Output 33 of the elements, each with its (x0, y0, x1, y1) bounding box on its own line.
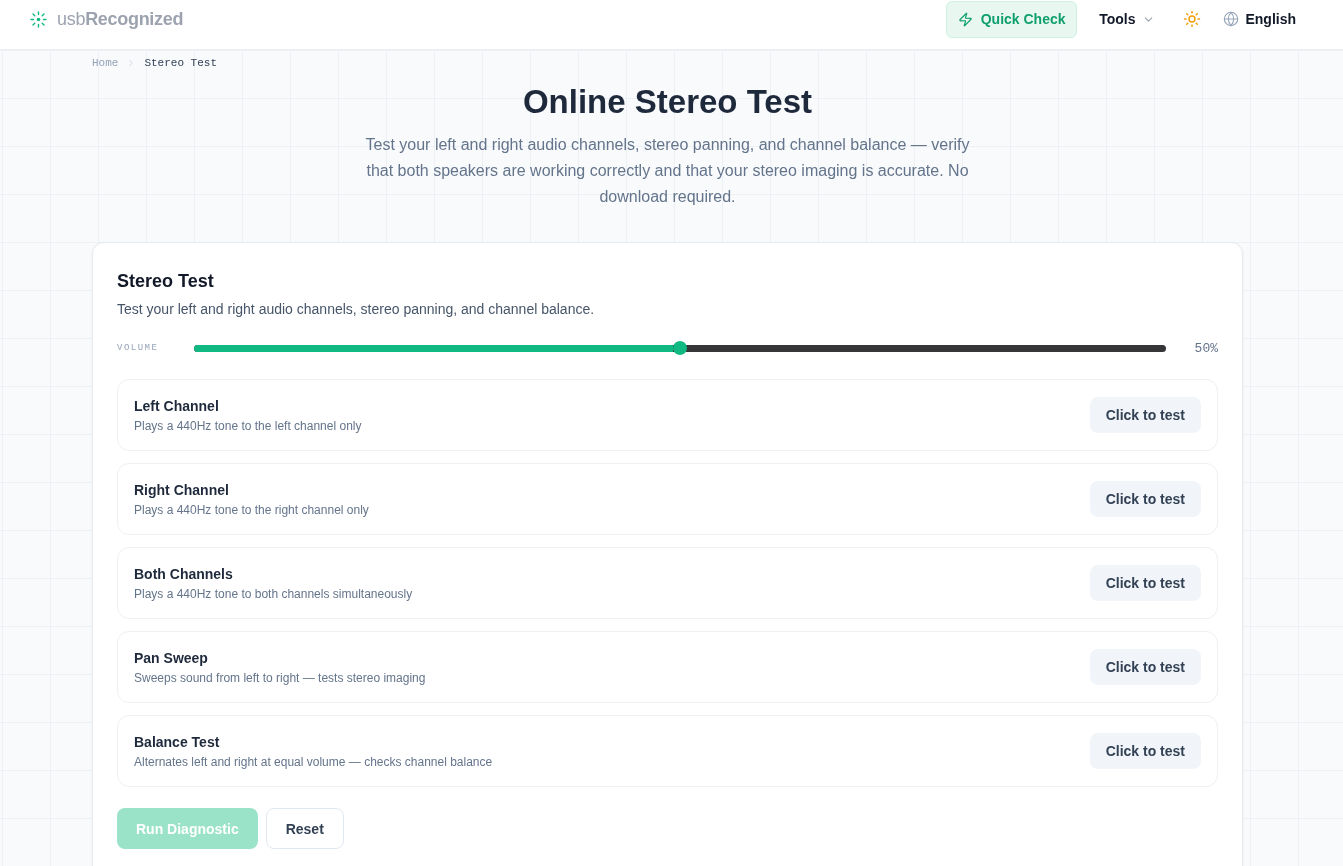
card-title: Stereo Test (117, 270, 215, 293)
test-description: Plays a 440Hz tone to both channels simultaneously (134, 586, 413, 602)
lightning-icon (957, 11, 973, 27)
tools-menu-button[interactable]: Tools (1099, 11, 1156, 27)
test-description: Plays a 440Hz tone to the left channel only (134, 418, 362, 434)
volume-reading: 50% (1193, 340, 1218, 356)
sparkle-logo-icon (30, 10, 47, 28)
language-button[interactable]: English (1223, 11, 1296, 27)
test-title: Pan Sweep (134, 648, 209, 667)
test-title: Left Channel (134, 396, 220, 415)
sun-icon (1183, 10, 1202, 28)
test-title: Balance Test (134, 732, 221, 751)
logo-text: usbRecognized (57, 8, 184, 30)
test-title: Both Channels (134, 564, 234, 583)
test-button[interactable]: Click to test (1089, 397, 1201, 433)
page-title: Online Stereo Test (521, 82, 814, 122)
test-description: Sweeps sound from left to right — tests stereo imaging (134, 670, 426, 686)
volume-label: VOLUME (117, 343, 160, 353)
card-description: Test your left and right audio channels, stereo panning, and channel balance. (117, 300, 596, 319)
test-button[interactable]: Click to test (1089, 733, 1201, 769)
test-button[interactable]: Click to test (1089, 565, 1201, 601)
test-button[interactable]: Click to test (1089, 481, 1201, 517)
globe-icon (1223, 11, 1240, 27)
theme-toggle-button[interactable] (1183, 10, 1202, 28)
test-description: Plays a 440Hz tone to the right channel only (134, 502, 369, 518)
breadcrumb-current-page: Stereo Test (144, 57, 218, 69)
test-button[interactable]: Click to test (1089, 649, 1201, 685)
reset-button[interactable]: Reset (265, 808, 344, 849)
page-subtitle: Test your left and right audio channels, stereo panning, and channel balance — verify that both speakers are working correctly and that your stereo imaging is accurate. No download required. (364, 135, 971, 207)
test-title: Right Channel (134, 480, 230, 499)
volume-slider-thumb[interactable] (673, 341, 687, 355)
test-description: Alternates left and right at equal volume — checks channel balance (134, 754, 493, 770)
volume-slider-track[interactable] (194, 344, 1166, 352)
